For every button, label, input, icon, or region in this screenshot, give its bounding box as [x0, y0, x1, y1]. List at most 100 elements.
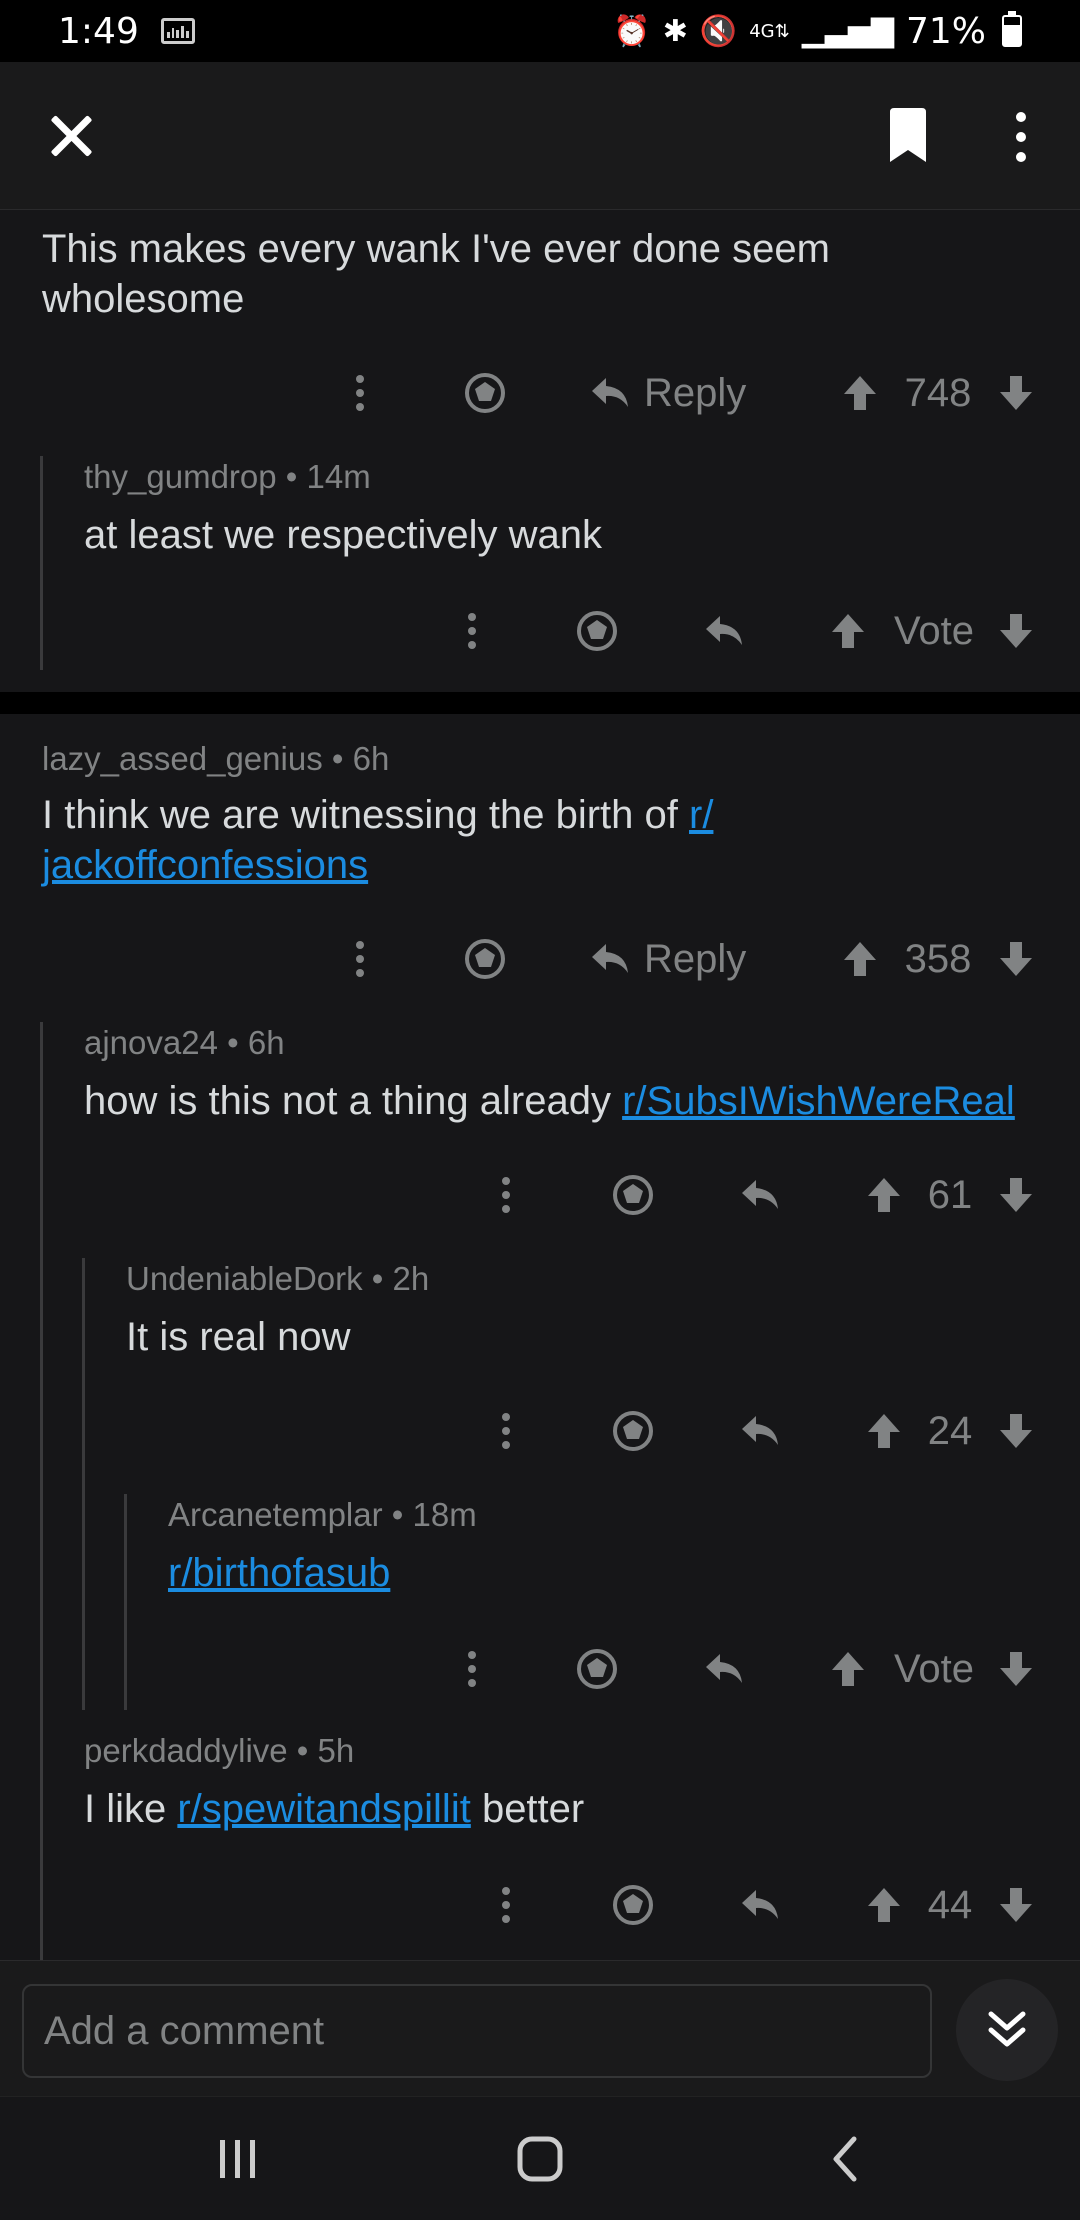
comment-actions: Reply 358 [0, 924, 1080, 994]
status-icons: ⏰ ✱ 🔇 4G⇅ ▁▃▅▇ 71% [613, 11, 1022, 52]
comment-actions: Vote [0, 1634, 1080, 1704]
comment-actions: 24 [0, 1396, 1080, 1466]
reply-label: Reply [644, 370, 747, 415]
score: 44 [927, 1882, 973, 1927]
reply-button[interactable]: Reply [590, 358, 746, 428]
more-options-icon[interactable] [354, 358, 366, 428]
notification-icon [160, 18, 195, 44]
more-options-icon[interactable] [500, 1160, 512, 1230]
comment-body: I think we are witnessing the birth of r… [42, 793, 714, 887]
subreddit-link[interactable]: r/birthofasub [168, 1551, 390, 1595]
status-time: 1:49 [58, 10, 139, 52]
comment-actions: Reply 748 [0, 358, 1080, 428]
comment-actions: 61 [0, 1160, 1080, 1230]
upvote-icon[interactable] [830, 1634, 866, 1704]
recents-icon[interactable] [208, 2133, 268, 2185]
system-nav-bar [0, 2096, 1080, 2220]
more-options-icon[interactable] [466, 596, 478, 666]
alarm-icon: ⏰ [613, 13, 651, 49]
upvote-icon[interactable] [842, 358, 878, 428]
award-icon[interactable] [612, 1160, 654, 1230]
more-options-icon[interactable] [466, 1634, 478, 1704]
subreddit-link[interactable]: r/SubsIWishWereReal [622, 1079, 1015, 1123]
mute-icon: 🔇 [699, 13, 738, 49]
reply-label: Reply [644, 936, 747, 981]
comment-body: at least we respectively wank [84, 513, 603, 557]
comment-age: 5h [317, 1732, 355, 1769]
battery-icon [1002, 11, 1022, 47]
reply-icon[interactable] [704, 596, 744, 666]
reply-icon[interactable] [704, 1634, 744, 1704]
score: 24 [927, 1408, 973, 1453]
more-options-icon[interactable] [500, 1396, 512, 1466]
upvote-icon[interactable] [866, 1160, 902, 1230]
upvote-icon[interactable] [842, 924, 878, 994]
more-options-icon[interactable] [354, 924, 366, 994]
home-icon[interactable] [510, 2133, 570, 2185]
score: 358 [904, 936, 972, 981]
comment-meta: UndeniableDork • 2h [126, 1260, 430, 1297]
comment-meta: ajnova24 • 6h [84, 1024, 285, 1061]
reply-button[interactable]: Reply [590, 924, 746, 994]
reply-icon[interactable] [740, 1870, 780, 1940]
score: 748 [904, 370, 972, 415]
comment-body: It is real now [126, 1315, 351, 1359]
more-options-icon[interactable] [500, 1870, 512, 1940]
comment-age: 6h [352, 740, 390, 777]
comment-composer [0, 1960, 1080, 2096]
vote-label: Vote [893, 608, 975, 653]
downvote-icon[interactable] [998, 596, 1034, 666]
comment-meta: Arcanetemplar • 18m [168, 1496, 477, 1533]
award-icon[interactable] [612, 1870, 654, 1940]
comment-body: r/birthofasub [168, 1548, 390, 1598]
comment-author[interactable]: ajnova24 [84, 1024, 218, 1061]
subreddit-link[interactable]: r/spewitandspillit [177, 1787, 470, 1831]
status-bar: 1:49 ⏰ ✱ 🔇 4G⇅ ▁▃▅▇ 71% [0, 0, 1080, 62]
comment-age: 2h [392, 1260, 430, 1297]
close-icon[interactable] [44, 108, 100, 164]
downvote-icon[interactable] [998, 1634, 1034, 1704]
score: 61 [927, 1172, 973, 1217]
collapse-threads-button[interactable] [956, 1979, 1058, 2081]
upvote-icon[interactable] [830, 596, 866, 666]
vote-label: Vote [893, 1646, 975, 1691]
downvote-icon[interactable] [998, 1160, 1034, 1230]
comment-meta: thy_gumdrop • 14m [84, 458, 371, 495]
bookmark-icon[interactable] [886, 108, 930, 164]
comment-age: 6h [247, 1024, 285, 1061]
award-icon[interactable] [464, 924, 506, 994]
award-icon[interactable] [576, 596, 618, 666]
downvote-icon[interactable] [998, 924, 1034, 994]
data-icon: 4G⇅ [749, 20, 790, 42]
back-icon[interactable] [814, 2133, 874, 2185]
thread-separator [0, 692, 1080, 714]
reply-icon [592, 378, 628, 407]
comment-age: 14m [306, 458, 371, 495]
upvote-icon[interactable] [866, 1396, 902, 1466]
downvote-icon[interactable] [998, 1870, 1034, 1940]
reply-icon [592, 944, 628, 973]
comment-actions: 44 [0, 1870, 1080, 1940]
downvote-icon[interactable] [998, 358, 1034, 428]
upvote-icon[interactable] [866, 1870, 902, 1940]
comment-author[interactable]: UndeniableDork [126, 1260, 363, 1297]
comment-body: This makes every wank I've ever done see… [42, 227, 830, 321]
signal-icon: ▁▃▅▇ [801, 13, 894, 49]
more-vertical-icon[interactable] [1008, 112, 1034, 162]
comment-author[interactable]: perkdaddylive [84, 1732, 288, 1769]
comment-meta: perkdaddylive • 5h [84, 1732, 355, 1769]
comment-author[interactable]: lazy_assed_genius [42, 740, 323, 777]
comment-input[interactable] [22, 1984, 932, 2078]
comment-author[interactable]: Arcanetemplar [168, 1496, 383, 1533]
award-icon[interactable] [464, 358, 506, 428]
comment-actions: Vote [0, 596, 1080, 666]
award-icon[interactable] [576, 1634, 618, 1704]
award-icon[interactable] [612, 1396, 654, 1466]
reply-icon[interactable] [740, 1396, 780, 1466]
comment-body: I like r/spewitandspillit better [84, 1787, 585, 1831]
downvote-icon[interactable] [998, 1396, 1034, 1466]
reply-icon[interactable] [740, 1160, 780, 1230]
double-chevron-down-icon [988, 2011, 1026, 2047]
battery-percent: 71% [905, 10, 986, 52]
comment-author[interactable]: thy_gumdrop [84, 458, 277, 495]
